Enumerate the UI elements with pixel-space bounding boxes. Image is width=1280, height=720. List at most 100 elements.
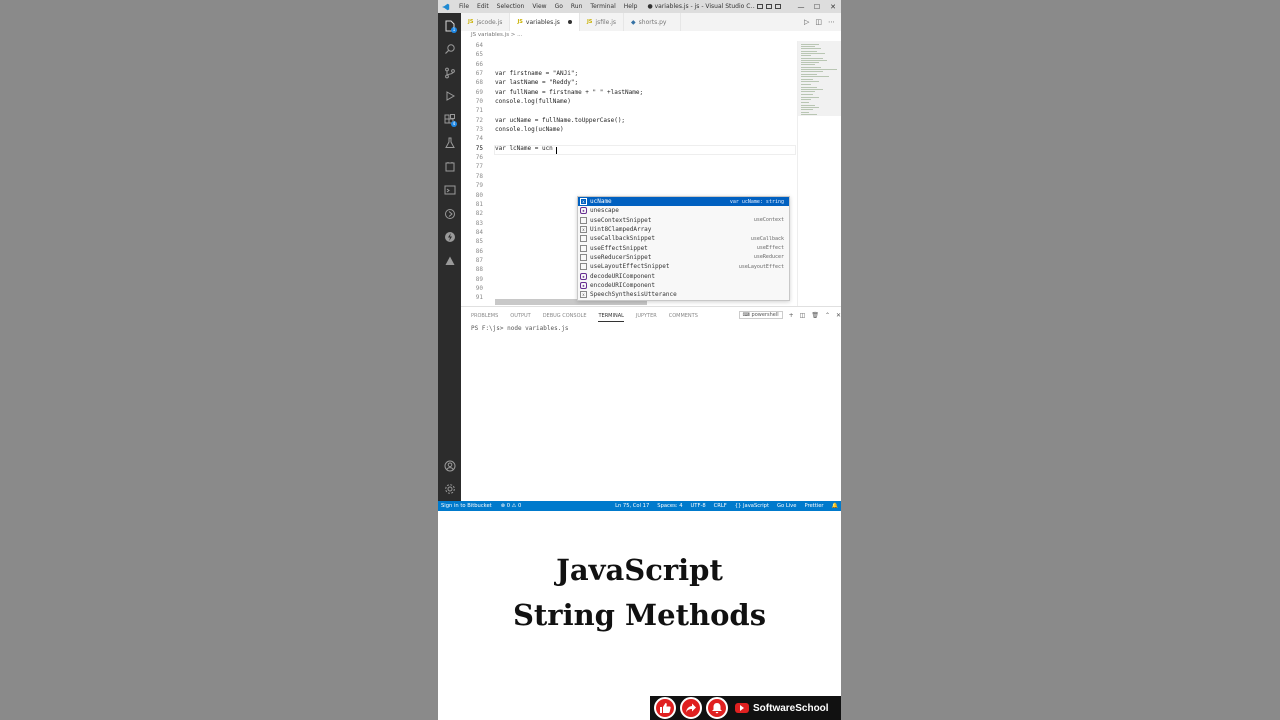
toggle-panel-icon[interactable] [766,4,773,9]
language-mode[interactable]: {} JavaScript [735,503,769,509]
code-line[interactable] [495,60,795,69]
activity-bar: 1 4 [438,13,461,501]
notifications-bell-icon[interactable]: 🔔 [832,503,838,509]
menu-view[interactable]: View [528,3,550,10]
like-icon[interactable] [654,697,676,719]
tab-output[interactable]: OUTPUT [510,313,530,322]
line-endings[interactable]: CRLF [714,503,727,509]
suggestion-item[interactable]: useLayoutEffectSnippet useLayoutEffect [578,262,789,271]
code-line[interactable]: var lastName = "Reddy"; [495,78,795,87]
code-line[interactable] [495,181,795,190]
code-line[interactable]: var ucName = fullName.toUpperCase(); [495,116,795,125]
bell-icon[interactable] [706,697,728,719]
suggestion-item[interactable]: useCallbackSnippet useCallback [578,234,789,243]
tab-variables[interactable]: JS variables.js [510,13,580,31]
code-line[interactable]: var fullName = firstname + " " +lastName… [495,88,795,97]
suggestion-item[interactable]: ◈ decodeURIComponent [578,271,789,280]
terminal-view-icon[interactable] [443,183,456,196]
suggestion-item[interactable]: x SpeechSynthesisUtterance [578,290,789,299]
menu-help[interactable]: Help [620,3,642,10]
suggestion-item[interactable]: useEffectSnippet useEffect [578,243,789,252]
minimize-icon[interactable]: — [793,3,809,11]
toggle-secondary-sidebar-icon[interactable] [775,4,782,9]
run-debug-icon[interactable] [443,89,456,102]
code-line[interactable] [495,134,795,143]
line-number: 79 [475,182,483,190]
maximize-icon[interactable]: ☐ [809,3,825,11]
tab-debug-console[interactable]: DEBUG CONSOLE [543,313,587,322]
line-number: 76 [475,154,483,162]
split-editor-icon[interactable]: ◫ [815,18,822,26]
minimap[interactable] [797,41,841,306]
settings-gear-icon[interactable] [443,482,456,495]
tab-shorts[interactable]: ◆ shorts.py [624,13,682,31]
extensions-icon[interactable]: 4 [443,113,457,127]
code-line[interactable] [495,41,795,50]
chevron-up-icon[interactable]: ⌃ [825,312,830,319]
menu-file[interactable]: File [455,3,473,10]
code-line[interactable]: console.log(ucName) [495,125,795,134]
code-line[interactable] [495,106,795,115]
terminal-prompt[interactable]: PS F:\js> node variables.js [471,325,569,332]
code-line[interactable]: var firstname = "ANJi"; [495,69,795,78]
menu-run[interactable]: Run [567,3,587,10]
tab-problems[interactable]: PROBLEMS [471,313,498,322]
breadcrumb[interactable]: JS variables.js > ... [471,32,522,38]
problems-count[interactable]: ⊗ 0 ⚠ 0 [501,503,522,509]
tab-terminal[interactable]: TERMINAL [598,313,624,322]
run-file-icon[interactable]: ▷ [804,18,809,26]
code-line[interactable] [495,162,795,171]
share-icon[interactable] [680,697,702,719]
tab-comments[interactable]: COMMENTS [669,313,698,322]
code-line[interactable] [495,172,795,181]
azure-icon[interactable] [443,254,456,267]
encoding[interactable]: UTF-8 [691,503,706,509]
close-panel-icon[interactable]: ✕ [836,312,841,319]
minimap-line [801,79,813,80]
cursor-position[interactable]: Ln 75, Col 17 [615,503,649,509]
line-number: 81 [475,200,483,208]
source-control-icon[interactable] [443,66,456,79]
remote-explorer-icon[interactable] [443,160,456,173]
python-file-icon: ◆ [631,18,636,26]
suggestion-item[interactable]: ◈ unescape [578,206,789,215]
suggestion-item[interactable]: x ucName var ucName: string [578,197,789,207]
bitbucket-signin[interactable]: Sign in to Bitbucket [441,503,492,509]
indentation[interactable]: Spaces: 4 [657,503,682,509]
code-line[interactable]: console.log(fullName) [495,97,795,106]
snippet-icon [580,263,587,271]
split-terminal-icon[interactable]: ◫ [800,312,806,319]
suggestion-item[interactable]: x Uint8ClampedArray [578,225,789,234]
live-share-icon[interactable] [443,207,456,220]
tab-jscode[interactable]: JS jscode.js [461,13,511,31]
tab-jupyter[interactable]: JUPYTER [636,313,657,322]
kill-terminal-icon[interactable]: 🗑 [811,312,819,319]
account-icon[interactable] [443,459,456,472]
more-actions-icon[interactable]: ⋯ [828,18,835,26]
new-terminal-icon[interactable]: + [789,312,794,319]
go-live-button[interactable]: Go Live [777,503,796,509]
menu-go[interactable]: Go [551,3,567,10]
close-icon[interactable]: ✕ [825,3,841,11]
menu-edit[interactable]: Edit [473,3,493,10]
suggestion-item[interactable]: useReducerSnippet useReducer [578,253,789,262]
suggestion-item[interactable]: ◈ encodeURIComponent [578,281,789,290]
suggestion-widget[interactable]: x ucName var ucName: string ◈ unescape useCon… [577,196,790,301]
terminal-shell-selector[interactable]: ⌨ powershell [738,311,783,319]
menu-selection[interactable]: Selection [493,3,529,10]
code-line[interactable] [495,50,795,59]
explorer-icon[interactable]: 1 [443,19,457,33]
thunder-client-icon[interactable] [443,230,456,243]
code-line[interactable]: var lcName = ucn [495,144,795,153]
code-line[interactable] [495,153,795,162]
line-number: 71 [475,107,483,115]
menu-terminal[interactable]: Terminal [586,3,619,10]
search-icon[interactable] [443,42,456,55]
tab-jsfile[interactable]: JS jsfile.js [580,13,625,31]
suggestion-item[interactable]: useContextSnippet useContext [578,216,789,225]
unsaved-dot-icon[interactable] [567,20,572,24]
prettier-status[interactable]: Prettier [804,503,823,509]
code-editor[interactable]: 64 65 66 67 68 69 70 71 72 73 74 75 76 77 78 79 80 81 82 83… [461,41,797,306]
toggle-sidebar-icon[interactable] [757,4,764,9]
testing-icon[interactable] [443,136,456,149]
